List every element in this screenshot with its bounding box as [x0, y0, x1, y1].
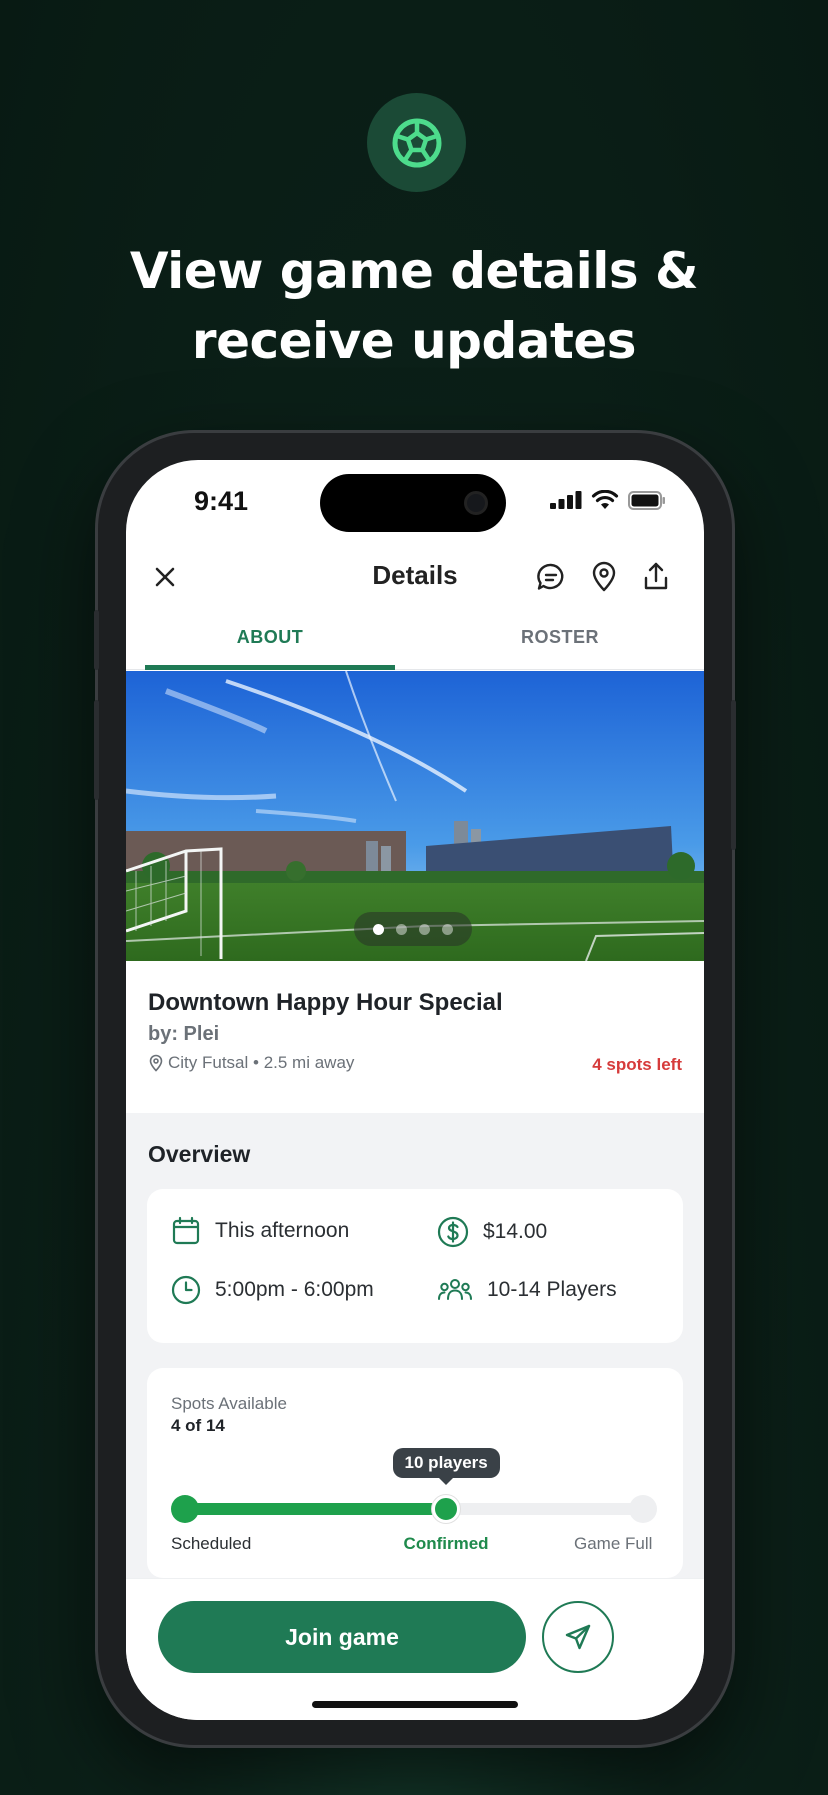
game-info: Downtown Happy Hour Special by: Plei Cit…	[126, 961, 704, 1113]
carousel-dot[interactable]	[373, 923, 384, 935]
players-group-icon	[438, 1279, 472, 1300]
carousel-dot[interactable]	[442, 923, 453, 935]
battery-icon	[628, 490, 665, 510]
carousel-dot[interactable]	[419, 923, 430, 935]
phone-side-button	[94, 610, 99, 670]
spots-left-badge: 4 spots left	[592, 1055, 682, 1074]
headline-line-1: View game details &	[129, 242, 699, 300]
stage-confirmed: Confirmed	[403, 1534, 489, 1553]
promo-headline: View game details & receive updates	[0, 236, 828, 376]
spots-available-value: 4 of 14	[171, 1416, 225, 1435]
send-icon	[565, 1624, 591, 1650]
chat-icon[interactable]	[534, 560, 568, 594]
overview-section: Overview This afternoon $14.00 5:00pm - …	[126, 1113, 704, 1583]
tab-roster[interactable]: ROSTER	[435, 620, 685, 670]
progress-end-marker	[629, 1495, 657, 1523]
overview-date: This afternoon	[171, 1216, 349, 1246]
tab-about[interactable]: ABOUT	[145, 620, 395, 670]
join-game-button[interactable]: Join game	[158, 1601, 526, 1673]
overview-price-text: $14.00	[483, 1220, 548, 1243]
dollar-icon	[437, 1216, 469, 1248]
stage-game-full: Game Full	[574, 1534, 653, 1553]
cellular-signal-icon	[550, 491, 582, 509]
status-time: 9:41	[194, 486, 249, 516]
status-icons	[550, 490, 666, 510]
spots-available-label: Spots Available	[171, 1394, 287, 1413]
top-navigation: Details	[126, 542, 704, 614]
game-organizer: by: Plei	[148, 1023, 220, 1045]
clock-icon	[171, 1275, 201, 1305]
spots-available-card: Spots Available 4 of 14 10 players Sched…	[147, 1368, 683, 1578]
venue-photo-carousel[interactable]	[126, 671, 704, 961]
app-badge	[367, 93, 466, 192]
tab-bar: ABOUT ROSTER	[126, 620, 704, 670]
wifi-icon	[591, 490, 619, 509]
overview-time-text: 5:00pm - 6:00pm	[215, 1278, 374, 1301]
game-title: Downtown Happy Hour Special	[148, 989, 503, 1016]
soccer-ball-icon	[392, 118, 441, 167]
phone-side-button	[94, 700, 99, 800]
location-pin-icon	[149, 1054, 163, 1072]
location-text: City Futsal • 2.5 mi away	[168, 1053, 355, 1072]
share-icon[interactable]	[639, 560, 673, 594]
progress-fill	[185, 1503, 447, 1515]
phone-side-button	[731, 700, 736, 850]
location-pin-icon[interactable]	[587, 560, 621, 594]
overview-card: This afternoon $14.00 5:00pm - 6:00pm 10…	[147, 1189, 683, 1343]
overview-players: 10-14 Players	[437, 1275, 617, 1305]
stage-scheduled: Scheduled	[171, 1534, 252, 1553]
overview-title: Overview	[148, 1141, 251, 1167]
carousel-dot[interactable]	[396, 923, 407, 935]
overview-players-text: 10-14 Players	[487, 1278, 617, 1301]
phone-screen: 9:41 Details ABOUT ROSTER Downtown Happy…	[126, 460, 704, 1720]
headline-line-2: receive updates	[191, 312, 637, 370]
camera-icon	[464, 491, 488, 515]
overview-date-text: This afternoon	[215, 1219, 350, 1242]
bottom-action-bar: Join game	[126, 1578, 704, 1720]
progress-current-marker	[432, 1495, 461, 1523]
dynamic-island	[320, 474, 506, 532]
progress-tooltip: 10 players	[392, 1448, 500, 1485]
home-indicator[interactable]	[312, 1701, 518, 1708]
overview-price: $14.00	[437, 1216, 547, 1248]
calendar-icon	[172, 1216, 200, 1245]
carousel-indicator[interactable]	[354, 912, 472, 946]
game-location[interactable]: City Futsal • 2.5 mi away	[148, 1053, 354, 1073]
progress-start-marker	[171, 1495, 199, 1523]
progress-track	[185, 1503, 643, 1515]
overview-time: 5:00pm - 6:00pm	[171, 1275, 374, 1305]
send-invite-button[interactable]	[542, 1601, 614, 1673]
